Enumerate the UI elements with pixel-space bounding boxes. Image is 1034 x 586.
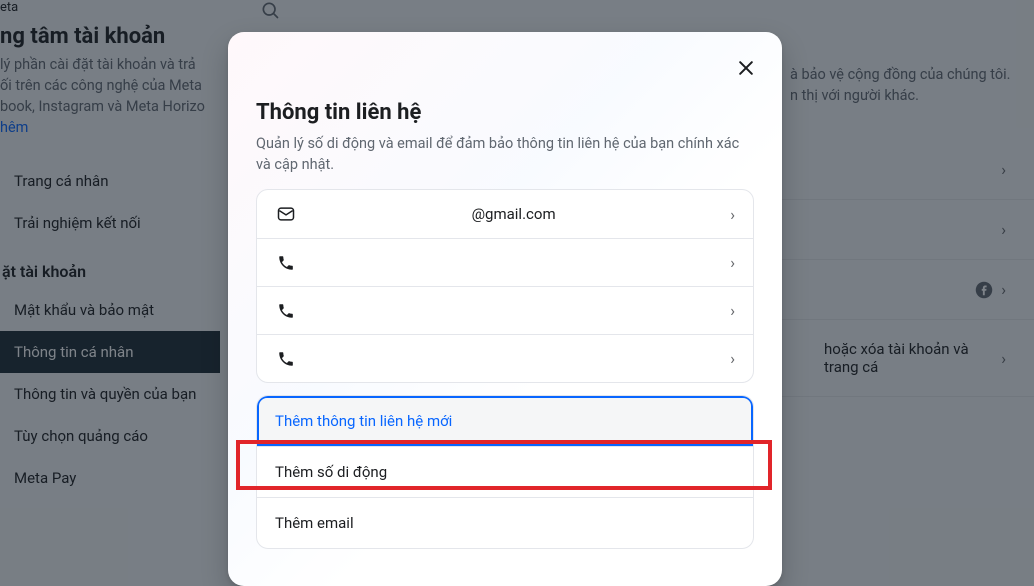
modal-title: Thông tin liên hệ [256, 56, 754, 125]
contact-row-phone[interactable]: › [257, 238, 753, 286]
close-icon [736, 58, 756, 78]
contact-row-phone[interactable]: › [257, 334, 753, 382]
add-email-button[interactable]: Thêm email [257, 497, 753, 548]
mail-icon [275, 204, 297, 224]
add-new-contact-button[interactable]: Thêm thông tin liên hệ mới [257, 396, 753, 446]
chevron-right-icon: › [730, 205, 735, 224]
chevron-right-icon: › [730, 349, 735, 368]
contact-info-modal: Thông tin liên hệ Quản lý số di động và … [228, 32, 782, 586]
contact-list: @gmail.com › › › [256, 189, 754, 383]
chevron-right-icon: › [730, 301, 735, 320]
phone-icon [275, 254, 297, 272]
close-button[interactable] [732, 54, 760, 82]
contact-row-email[interactable]: @gmail.com › [257, 190, 753, 238]
modal-subtitle: Quản lý số di động và email để đảm bảo t… [256, 125, 754, 175]
contact-label: @gmail.com [297, 205, 730, 223]
add-contact-actions: Thêm thông tin liên hệ mới Thêm số di độ… [256, 395, 754, 549]
contact-row-phone[interactable]: › [257, 286, 753, 334]
phone-icon [275, 302, 297, 320]
phone-icon [275, 350, 297, 368]
chevron-right-icon: › [730, 253, 735, 272]
add-phone-button[interactable]: Thêm số di động [257, 446, 753, 497]
